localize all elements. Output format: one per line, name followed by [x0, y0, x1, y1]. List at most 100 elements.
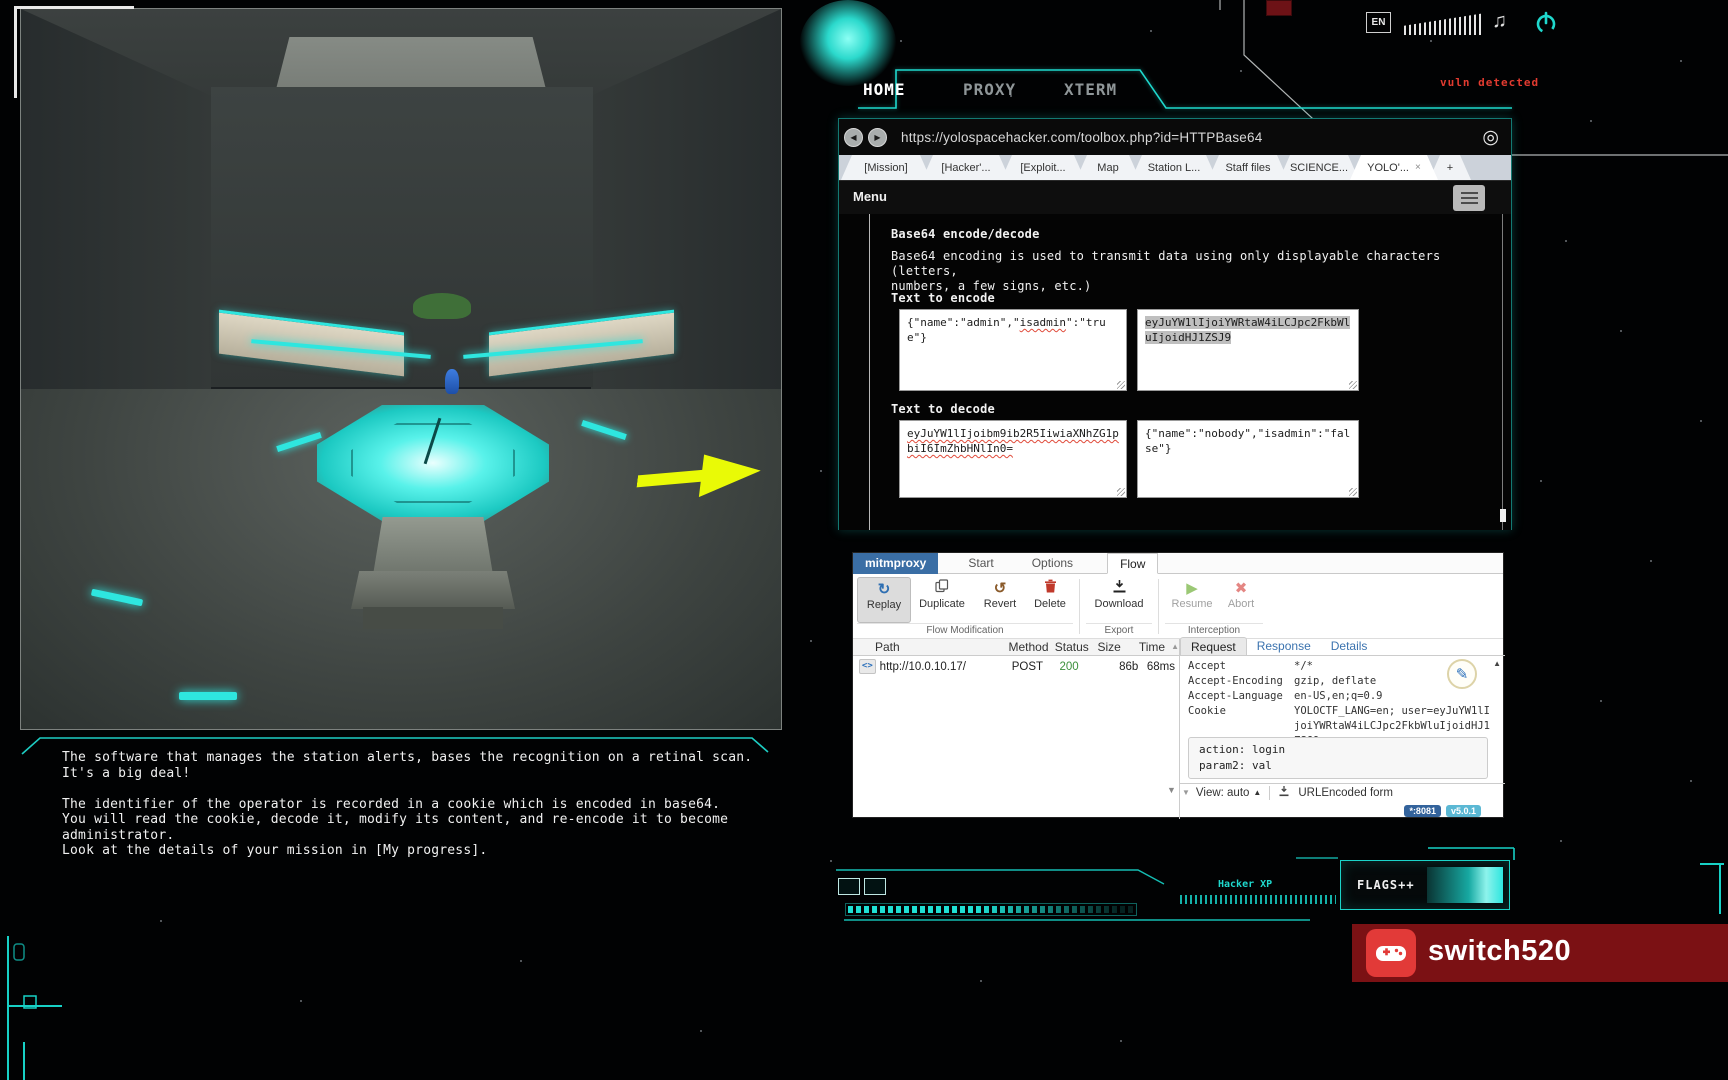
download-small-icon[interactable]	[1278, 785, 1290, 800]
flags-label: FLAGS++	[1357, 878, 1415, 892]
col-time[interactable]: Time	[1128, 639, 1165, 655]
scrollbar-thumb[interactable]	[1500, 509, 1506, 522]
group-label-flow-modification: Flow Modification	[857, 623, 1073, 638]
view-list-scroll-icon[interactable]: ▼	[1182, 788, 1190, 797]
browser-tab-staff[interactable]: Staff files	[1208, 155, 1288, 180]
mitmproxy-brand: mitmproxy	[853, 553, 938, 574]
mitm-tab-flow[interactable]: Flow	[1107, 553, 1158, 574]
delete-button[interactable]: Delete	[1027, 577, 1073, 623]
detail-tab-response[interactable]: Response	[1247, 637, 1321, 655]
close-tab-icon[interactable]: ×	[1415, 162, 1421, 173]
group-label-export: Export	[1086, 623, 1152, 638]
corner-decoration-bottom-left	[0, 930, 90, 1080]
mitmproxy-toolbar: ↻Replay Duplicate ↺Revert Delete Flow Mo…	[853, 575, 1503, 639]
tab-home[interactable]: HOME	[863, 80, 906, 99]
mission-briefing-text: The software that manages the station al…	[62, 750, 762, 859]
download-button[interactable]: Download	[1086, 577, 1152, 623]
browser-tab-mission[interactable]: [Mission]	[841, 155, 931, 180]
trash-icon	[1027, 579, 1073, 598]
tab-xterm[interactable]: XTERM	[1064, 80, 1117, 99]
page-title: Base64 encode/decode	[891, 227, 1040, 241]
player-character[interactable]	[445, 369, 459, 394]
replay-button[interactable]: ↻Replay	[857, 577, 911, 623]
pedestal-base	[351, 571, 515, 609]
language-toggle[interactable]: EN	[1366, 12, 1391, 33]
spellcheck-marked-word: isadmin	[1020, 316, 1066, 329]
toolbar-separator	[1079, 579, 1080, 634]
browser-tab-yolo[interactable]: YOLO'...×	[1350, 155, 1438, 180]
decode-input-textarea[interactable]: eyJuYW1lIjoibm9ib2R5IiwiaXNhZG1pbiI6ImZh…	[899, 420, 1127, 498]
page-menu-bar: Menu	[839, 180, 1511, 214]
mitmproxy-tab-bar: mitmproxy Start Options Flow	[853, 553, 1503, 574]
back-icon[interactable]: ◀	[844, 128, 863, 147]
detail-tab-request[interactable]: Request	[1180, 637, 1247, 655]
in-game-browser: ◀ ▶ https://yolospacehacker.com/toolbox.…	[838, 118, 1512, 530]
encode-output-textarea[interactable]: eyJuYW1lIjoiYWRtaW4iLCJpc2FkbWluIjoidHJ1…	[1137, 309, 1359, 391]
col-status[interactable]: Status	[1055, 639, 1098, 655]
toolbar-separator	[1158, 579, 1159, 634]
forward-icon[interactable]: ▶	[868, 128, 887, 147]
browser-tab-map[interactable]: Map	[1076, 155, 1140, 180]
view-mode-bar: ▼ View: auto ▲ URLEncoded form	[1180, 783, 1505, 801]
url-text[interactable]: https://yolospacehacker.com/toolbox.php?…	[901, 130, 1262, 145]
flow-path: http://10.0.10.17/	[880, 661, 1012, 673]
power-icon[interactable]	[1534, 11, 1558, 35]
browser-tab-strip: [Mission] [Hacker'... [Exploit... Map St…	[839, 155, 1511, 180]
revert-button[interactable]: ↺Revert	[973, 577, 1027, 623]
page-description: Base64 encoding is used to transmit data…	[891, 249, 1511, 294]
duplicate-button[interactable]: Duplicate	[911, 577, 973, 623]
game-3d-viewport[interactable]	[20, 8, 782, 730]
nebula-glow	[800, 0, 896, 86]
browser-tab-exploit[interactable]: [Exploit...	[1001, 155, 1085, 180]
browser-tab-science[interactable]: SCIENCE...	[1279, 155, 1359, 180]
flow-table-header: Path Method Status Size Time ▲	[853, 639, 1179, 656]
abort-button[interactable]: ✖Abort	[1219, 577, 1263, 623]
flow-list-scroll-icon[interactable]: ▼	[1167, 785, 1176, 795]
tab-proxy[interactable]: PROXY	[963, 80, 1016, 99]
flags-button[interactable]: FLAGS++	[1340, 860, 1510, 910]
detail-scroll-up-icon[interactable]: ▲	[1493, 659, 1501, 668]
volume-bars-icon[interactable]	[1404, 13, 1482, 35]
encode-section-label: Text to encode	[891, 291, 995, 305]
flow-detail-panel: Request Response Details Accept*/* Accep…	[1180, 637, 1505, 819]
edit-pencil-icon[interactable]: ✎	[1447, 659, 1477, 689]
view-mode-dropdown[interactable]: View: auto	[1196, 787, 1250, 799]
flow-time: 68ms	[1138, 661, 1179, 673]
col-size[interactable]: Size	[1097, 639, 1127, 655]
mitm-tab-start[interactable]: Start	[956, 553, 1005, 574]
replay-icon: ↻	[858, 580, 910, 599]
code-icon: <>	[859, 659, 876, 674]
dropdown-caret-icon: ▲	[1253, 788, 1261, 797]
resume-button[interactable]: ▶Resume	[1165, 577, 1219, 623]
col-path[interactable]: Path	[853, 639, 1008, 655]
reload-icon[interactable]: ◎	[1482, 126, 1499, 149]
browser-tab-station[interactable]: Station L...	[1131, 155, 1217, 180]
mitm-tab-options[interactable]: Options	[1020, 553, 1085, 574]
col-method[interactable]: Method	[1008, 639, 1054, 655]
flow-table-row[interactable]: <> http://10.0.10.17/ POST 200 86b 68ms	[853, 657, 1179, 676]
menu-label[interactable]: Menu	[853, 189, 887, 204]
plant	[413, 293, 471, 319]
music-icon[interactable]: ♫	[1492, 10, 1507, 33]
urlencoded-form-box[interactable]: action: login param2: val	[1188, 737, 1488, 779]
browser-tab-hackers[interactable]: [Hacker'...	[922, 155, 1010, 180]
flow-status: 200	[1059, 661, 1103, 673]
decode-section-label: Text to decode	[891, 402, 995, 416]
xp-fill	[848, 906, 1134, 913]
nav-tab-outline	[838, 60, 1528, 120]
detail-tab-details[interactable]: Details	[1321, 637, 1378, 655]
spellcheck-marked-base64: eyJuYW1lIjoibm9ib2R5IiwiaXNhZG1pbiI6ImZh…	[907, 427, 1119, 455]
encode-input-textarea[interactable]: {"name":"admin","isadmin":"true"}	[899, 309, 1127, 391]
decode-output-textarea[interactable]: {"name":"nobody","isadmin":"false"}	[1137, 420, 1359, 498]
viewport-corner-bracket	[14, 6, 134, 9]
revert-icon: ↺	[973, 579, 1027, 598]
gamepad-logo-icon	[1366, 929, 1416, 977]
selected-base64-text: eyJuYW1lIjoiYWRtaW4iLCJpc2FkbWluIjoidHJ1…	[1145, 316, 1350, 344]
hud-mini-box	[838, 878, 860, 895]
hamburger-menu-icon[interactable]	[1453, 185, 1485, 211]
sort-caret-icon[interactable]: ▲	[1165, 639, 1179, 655]
xp-tick-marks	[1180, 895, 1336, 904]
header-row[interactable]: Accept-Languageen-US,en;q=0.9	[1180, 689, 1505, 704]
url-bar[interactable]: ◀ ▶ https://yolospacehacker.com/toolbox.…	[839, 119, 1511, 155]
pedestal-top	[373, 517, 493, 575]
